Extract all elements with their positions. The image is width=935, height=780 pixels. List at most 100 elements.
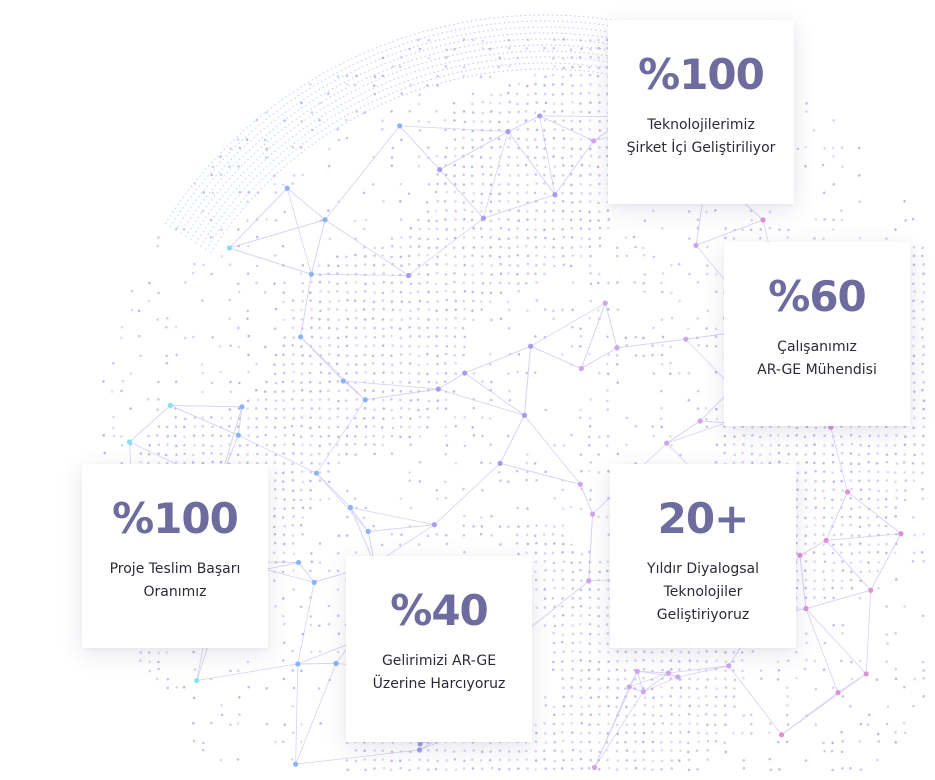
globe-dot: [328, 407, 332, 411]
globe-dot: [273, 174, 276, 177]
globe-dot: [417, 408, 420, 412]
globe-dot: [769, 443, 772, 447]
globe-dot: [417, 282, 421, 285]
globe-dot: [454, 299, 458, 303]
globe-dot: [571, 597, 575, 600]
globe-dot: [498, 237, 501, 241]
globe-dot: [623, 669, 627, 672]
globe-dot: [588, 740, 591, 744]
globe-dot: [346, 317, 350, 321]
globe-dot: [705, 344, 709, 348]
globe-dot: [283, 336, 287, 339]
globe-dot: [526, 767, 529, 770]
globe-dot: [552, 174, 556, 178]
globe-dot: [652, 434, 655, 438]
globe-dot: [903, 685, 906, 689]
globe-dot: [400, 533, 403, 536]
globe-dot: [562, 686, 565, 690]
globe-dot: [742, 759, 746, 762]
globe-dot: [552, 255, 555, 259]
globe-dot: [246, 317, 249, 320]
globe-dot: [147, 434, 150, 438]
globe-dot: [525, 551, 528, 555]
globe-dot: [921, 462, 925, 465]
globe-dot: [850, 534, 854, 537]
globe-dot: [642, 667, 646, 671]
globe-dot: [857, 146, 861, 150]
globe-dot: [174, 444, 178, 448]
globe-dot: [570, 137, 573, 141]
globe-dot: [372, 84, 376, 87]
globe-dot: [831, 228, 835, 231]
globe-dot: [597, 210, 601, 213]
globe-dot: [633, 759, 637, 762]
globe-dot: [922, 434, 925, 438]
globe-dot: [659, 741, 663, 744]
globe-dot: [696, 767, 699, 771]
globe-dot: [436, 84, 439, 87]
globe-dot: [418, 93, 421, 97]
globe-dot: [337, 435, 340, 439]
globe-dot: [506, 434, 510, 438]
globe-dot: [840, 730, 843, 734]
globe-link: [229, 247, 312, 275]
globe-dot: [795, 434, 798, 437]
globe-dot: [868, 570, 872, 573]
globe-dot: [894, 515, 897, 518]
globe-dot: [543, 696, 547, 699]
globe-dot: [364, 506, 367, 510]
globe-dot: [589, 83, 592, 86]
globe-dot: [372, 282, 376, 285]
globe-dot: [651, 768, 654, 771]
globe-dot: [830, 516, 834, 519]
globe-dot: [535, 128, 539, 132]
globe-dot: [353, 442, 357, 446]
globe-dot: [526, 93, 530, 96]
globe-dot: [318, 462, 321, 465]
globe-dot: [579, 254, 583, 258]
globe-dot: [561, 633, 565, 637]
globe-dot: [497, 173, 501, 176]
globe-dot: [858, 479, 861, 483]
globe-dot: [642, 354, 645, 358]
globe-dot: [552, 147, 556, 150]
globe-link: [286, 188, 312, 275]
globe-dot: [326, 318, 330, 321]
globe-dot: [733, 435, 736, 438]
globe-dot: [715, 407, 718, 411]
globe-dot: [345, 434, 349, 438]
globe-dot: [283, 210, 287, 214]
globe-dot: [301, 532, 304, 536]
globe-dot: [499, 291, 503, 295]
globe-dot: [724, 750, 728, 754]
globe-dot: [659, 732, 663, 735]
globe-dot: [363, 318, 367, 321]
globe-dot: [246, 244, 250, 248]
globe-dot: [229, 380, 232, 384]
globe-link: [324, 219, 409, 276]
globe-dot: [571, 587, 575, 590]
globe-dot: [345, 443, 348, 446]
globe-dot: [570, 56, 574, 59]
globe-dot: [499, 317, 503, 321]
globe-dot: [902, 721, 906, 725]
globe-dot: [921, 336, 924, 339]
globe-dot: [300, 372, 304, 376]
globe-dot: [606, 408, 610, 411]
globe-dot: [399, 246, 402, 249]
globe-dot: [822, 470, 826, 473]
globe-dot: [436, 173, 439, 176]
globe-dot: [580, 47, 583, 50]
globe-dot: [597, 624, 600, 628]
globe-dot: [524, 109, 528, 113]
globe-dot: [318, 326, 321, 330]
globe-dot: [472, 236, 476, 239]
globe-dot: [570, 561, 573, 564]
globe-dot: [489, 352, 492, 356]
globe-dot: [407, 758, 411, 762]
globe-dot: [327, 326, 331, 330]
globe-dot: [569, 264, 573, 268]
globe-dot: [328, 417, 331, 420]
globe-dot: [292, 588, 295, 591]
globe-dot: [589, 154, 593, 158]
